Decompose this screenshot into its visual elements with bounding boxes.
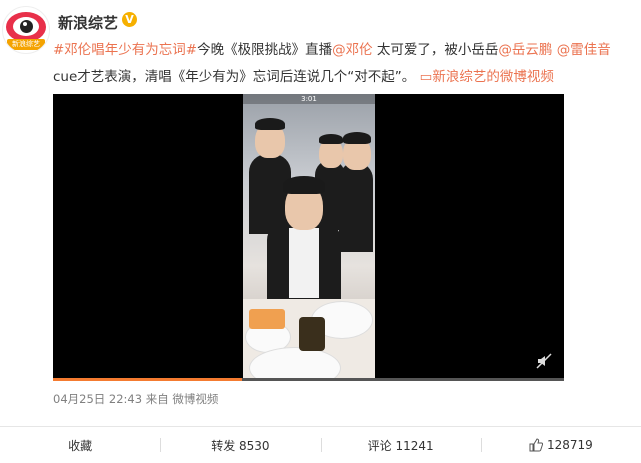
author-name[interactable]: 新浪综艺 (58, 12, 118, 33)
thumbs-up-icon (529, 438, 544, 452)
post-date[interactable]: 04月25日 22:43 (53, 392, 142, 406)
post-text-part-3: cue才艺表演，清唱《年少有为》忘词后连说几个“对不起”。 (53, 69, 416, 85)
post-text: #邓伦唱年少有为忘词#今晚《极限挑战》直播@邓伦 太可爱了，被小岳岳@岳云鹏 @… (53, 37, 613, 91)
video-progress-bar[interactable] (53, 378, 564, 381)
video-status-bar: 3:01 (243, 94, 375, 104)
video-progress-fill (53, 378, 243, 381)
mention-link[interactable]: @邓伦 (332, 42, 373, 58)
favorite-button[interactable]: 收藏 (0, 427, 160, 463)
avatar-badge: 新浪综艺 (7, 39, 45, 50)
hashtag-link[interactable]: #邓伦唱年少有为忘词# (53, 42, 197, 58)
avatar[interactable]: 新浪综艺 (2, 6, 50, 54)
repost-button[interactable]: 转发 8530 (160, 427, 320, 463)
verified-icon: V (122, 12, 137, 27)
post-source[interactable]: 来自 微博视频 (146, 392, 219, 406)
mention-link[interactable]: @岳云鹏 (498, 42, 552, 58)
action-bar: 收藏 转发 8530 评论 11241 128719 (0, 427, 641, 463)
like-button[interactable]: 128719 (480, 427, 641, 463)
mute-icon[interactable] (536, 353, 552, 369)
video-player[interactable]: 3:01 (53, 94, 564, 381)
comment-button[interactable]: 评论 11241 (320, 427, 481, 463)
post-meta: 04月25日 22:43 来自 微博视频 (53, 391, 218, 407)
table (243, 299, 375, 381)
video-link[interactable]: ▭新浪综艺的微博视频 (420, 69, 554, 85)
video-frame: 3:01 (243, 94, 375, 381)
post-text-part-2: 太可爱了，被小岳岳 (372, 42, 499, 58)
post-text-part-1: 今晚《极限挑战》直播 (197, 42, 333, 58)
video-link-icon: ▭ (419, 69, 433, 85)
mention-link[interactable]: @雷佳音 (557, 42, 611, 58)
